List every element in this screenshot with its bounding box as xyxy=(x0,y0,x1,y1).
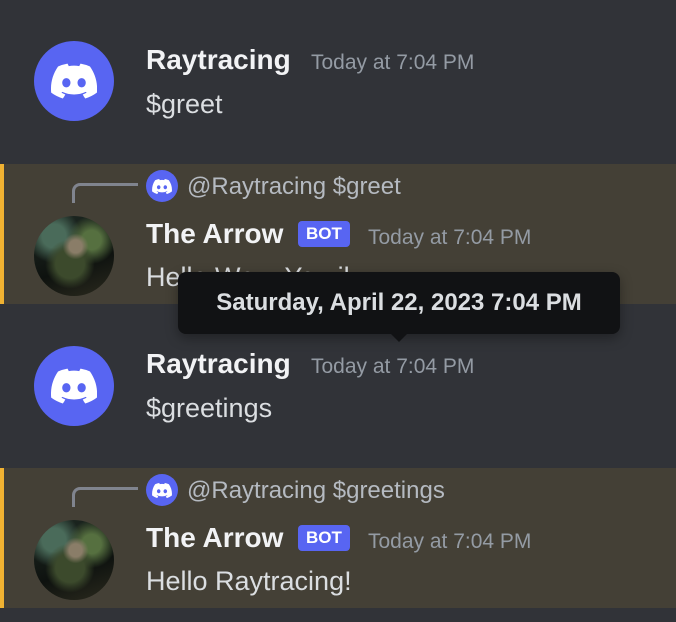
author-name[interactable]: The Arrow xyxy=(146,522,283,554)
bot-avatar[interactable] xyxy=(34,520,114,600)
message-content: $greetings xyxy=(146,393,273,423)
author-name[interactable]: Raytracing xyxy=(146,348,291,380)
bot-tag: BOT xyxy=(298,525,350,551)
message-1: Raytracing Today at 7:04 PM $greet xyxy=(0,0,676,150)
message-content: $greet xyxy=(146,89,223,119)
reply-preview-text[interactable]: @Raytracing $greetings xyxy=(187,477,445,505)
discord-logo-icon[interactable] xyxy=(34,346,114,426)
message-timestamp[interactable]: Today at 7:04 PM xyxy=(311,355,474,379)
message-timestamp[interactable]: Today at 7:04 PM xyxy=(311,51,474,75)
discord-logo-icon[interactable] xyxy=(34,41,114,121)
bot-avatar[interactable] xyxy=(34,216,114,296)
timestamp-tooltip: Saturday, April 22, 2023 7:04 PM xyxy=(178,272,620,342)
reply-spine xyxy=(72,183,138,203)
author-name[interactable]: The Arrow xyxy=(146,218,283,250)
discord-logo-icon[interactable] xyxy=(146,170,178,202)
author-name[interactable]: Raytracing xyxy=(146,44,291,76)
message-timestamp[interactable]: Today at 7:04 PM xyxy=(368,226,531,250)
message-timestamp[interactable]: Today at 7:04 PM xyxy=(368,530,531,554)
message-content: Hello Raytracing! xyxy=(146,566,352,596)
bot-tag: BOT xyxy=(298,221,350,247)
discord-logo-icon[interactable] xyxy=(146,474,178,506)
message-4: @Raytracing $greetings The Arrow BOT Tod… xyxy=(0,468,676,608)
reply-spine xyxy=(72,487,138,507)
reply-preview-text[interactable]: @Raytracing $greet xyxy=(187,173,401,201)
